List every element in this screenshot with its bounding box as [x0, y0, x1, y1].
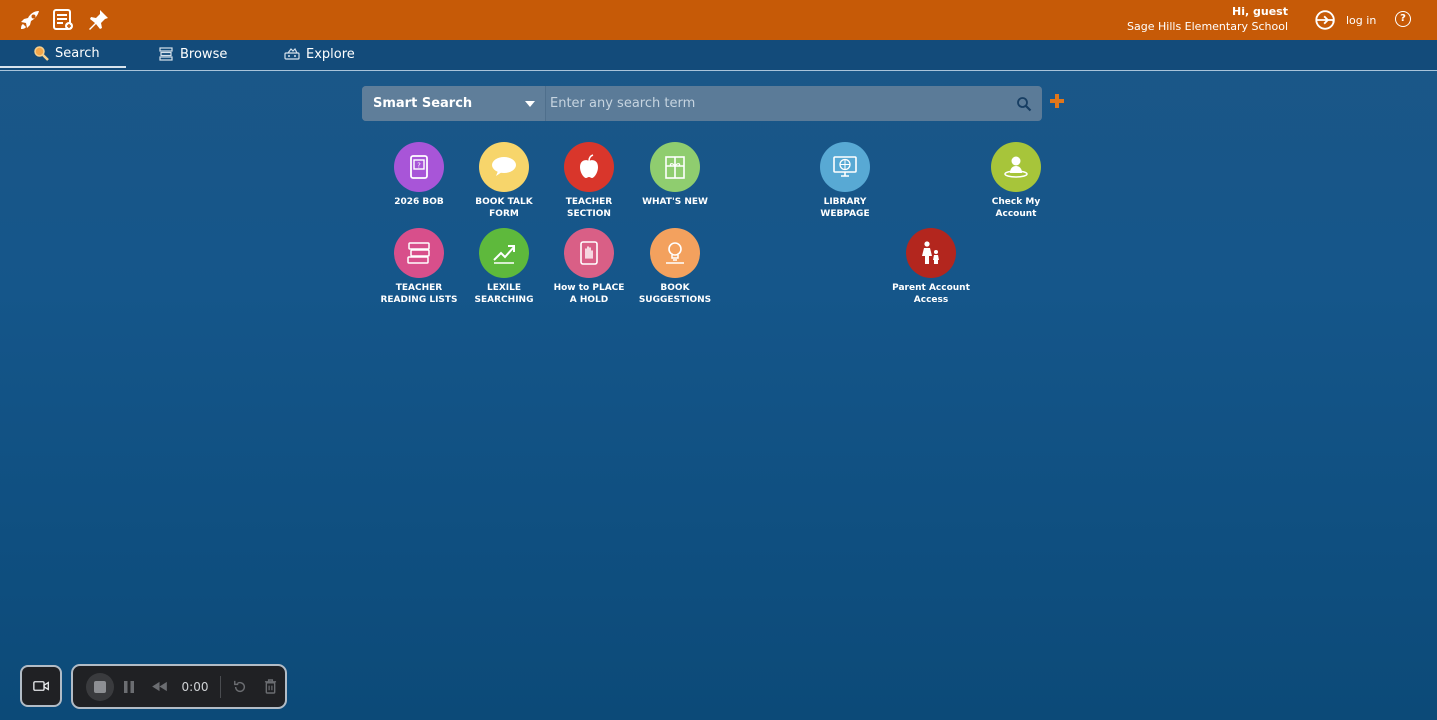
resource-2026-bob[interactable]: ? 2026 BOB [374, 142, 464, 208]
hand-book-icon [564, 228, 614, 278]
search-bar: Smart Search [362, 86, 1042, 121]
chevron-down-icon [525, 100, 535, 107]
pause-button[interactable] [114, 673, 144, 701]
tab-search-label: Search [55, 45, 100, 61]
web-icon [820, 142, 870, 192]
resource-library-webpage[interactable]: LIBRARY WEBPAGE [800, 142, 890, 220]
help-button[interactable]: ? [1395, 11, 1411, 27]
stop-button[interactable] [86, 672, 114, 701]
stop-icon [94, 680, 106, 693]
resource-book-talk-form[interactable]: BOOK TALK FORM [459, 142, 549, 220]
resource-label: Parent Account Access [892, 283, 970, 305]
login-button[interactable]: log in [1314, 9, 1376, 31]
school-name: Sage Hills Elementary School [1127, 20, 1288, 33]
restart-icon [234, 680, 246, 692]
resource-whats-new[interactable]: WHAT'S NEW [630, 142, 720, 208]
delete-button[interactable] [255, 673, 285, 701]
pause-icon [124, 680, 134, 693]
catalog-icon[interactable] [51, 8, 75, 32]
resource-label: LEXILE SEARCHING [474, 283, 534, 305]
greeting-text: Hi, guest [1232, 5, 1288, 18]
resource-label: 2026 BOB [394, 197, 444, 207]
restart-button[interactable] [225, 673, 255, 701]
camera-button[interactable] [20, 665, 62, 707]
recorder-controls: 0:00 [71, 664, 287, 709]
divider [220, 675, 221, 698]
speech-bubble-icon [479, 142, 529, 192]
browse-icon [159, 47, 173, 61]
resource-label: Check My Account [991, 197, 1041, 219]
search-type-label: Smart Search [373, 96, 473, 111]
rocket-icon[interactable] [18, 8, 42, 32]
resource-label: TEACHER SECTION [565, 197, 613, 219]
resource-parent-account-access[interactable]: Parent Account Access [886, 228, 976, 306]
add-search-button[interactable] [1050, 94, 1064, 108]
login-icon [1315, 10, 1335, 30]
tab-browse[interactable]: Browse [158, 40, 227, 68]
resource-book-suggestions[interactable]: BOOK SUGGESTIONS [630, 228, 720, 306]
book-stack-icon [394, 228, 444, 278]
tab-explore[interactable]: Explore [284, 40, 355, 68]
account-icon [991, 142, 1041, 192]
search-input[interactable] [546, 86, 1006, 121]
resource-label: How to PLACE A HOLD [553, 283, 625, 305]
resource-label: LIBRARY WEBPAGE [820, 197, 870, 219]
camera-icon [32, 681, 49, 691]
top-bar: Hi, guest Sage Hills Elementary School l… [0, 0, 1437, 40]
resource-lexile-searching[interactable]: LEXILE SEARCHING [459, 228, 549, 306]
login-label: log in [1346, 13, 1377, 27]
magnifier-icon [1017, 96, 1032, 111]
resource-teacher-section[interactable]: TEACHER SECTION [544, 142, 634, 220]
user-info: Hi, guest Sage Hills Elementary School [1127, 4, 1288, 34]
svg-text:?: ? [417, 162, 421, 170]
rewind-icon [151, 681, 167, 692]
resource-check-my-account[interactable]: Check My Account [971, 142, 1061, 220]
chart-up-icon [479, 228, 529, 278]
recording-time: 0:00 [181, 679, 209, 694]
explore-icon [284, 47, 300, 60]
gift-icon [650, 142, 700, 192]
book-icon: ? [394, 142, 444, 192]
trash-icon [264, 679, 276, 694]
resource-label: BOOK SUGGESTIONS [638, 283, 712, 305]
resource-place-a-hold[interactable]: How to PLACE A HOLD [544, 228, 634, 306]
search-submit-button[interactable] [1006, 86, 1042, 121]
resource-teacher-reading-lists[interactable]: TEACHER READING LISTS [374, 228, 464, 306]
parent-child-icon [906, 228, 956, 278]
resource-label: WHAT'S NEW [642, 197, 708, 207]
search-icon [34, 46, 49, 61]
tab-explore-label: Explore [306, 46, 355, 62]
nav-tabs: Search Browse Explore [0, 40, 1437, 71]
tab-browse-label: Browse [180, 46, 228, 62]
apple-icon [564, 142, 614, 192]
resource-label: TEACHER READING LISTS [380, 283, 458, 305]
tab-search[interactable]: Search [0, 40, 126, 68]
resource-label: BOOK TALK FORM [475, 197, 533, 219]
rewind-button[interactable] [144, 673, 174, 701]
lightbulb-icon [650, 228, 700, 278]
pin-icon[interactable] [86, 8, 110, 32]
search-type-dropdown[interactable]: Smart Search [362, 86, 546, 121]
